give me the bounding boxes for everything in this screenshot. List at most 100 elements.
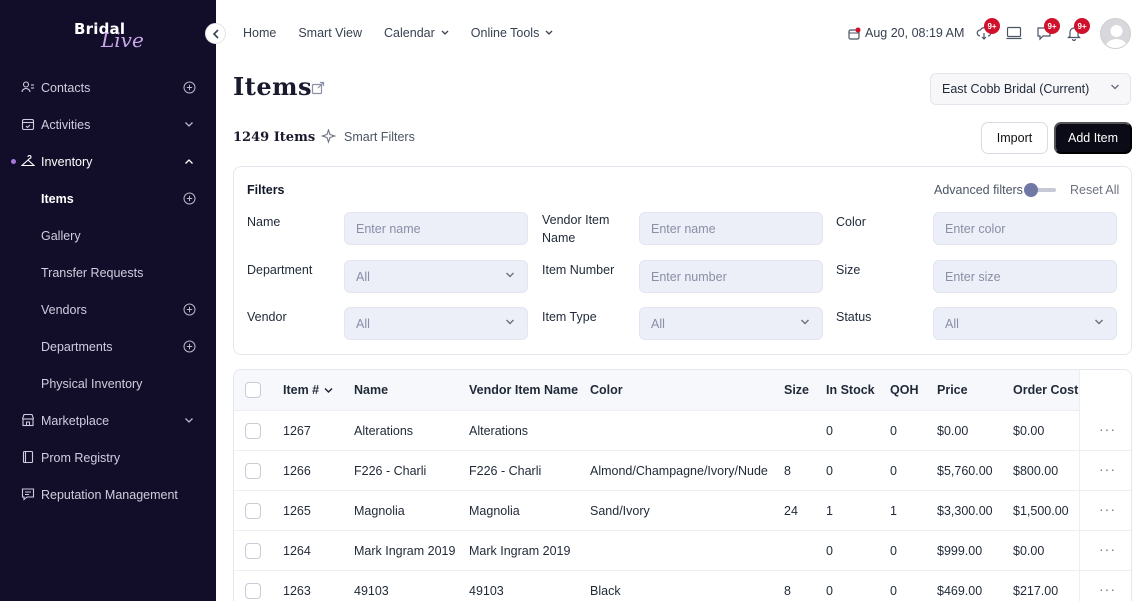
column-name[interactable]: Name — [354, 383, 388, 397]
sidebar-item-inventory[interactable]: Inventory — [0, 143, 216, 180]
clock-display[interactable]: Aug 20, 08:19 AM — [848, 26, 964, 40]
cell-item-no: 1266 — [283, 464, 311, 478]
plus-circle-icon[interactable] — [182, 80, 196, 94]
column-qoh[interactable]: QOH — [890, 383, 918, 397]
nav-online-tools-label: Online Tools — [470, 26, 540, 40]
screen-button[interactable] — [1006, 25, 1022, 41]
chevron-down-icon[interactable] — [182, 117, 196, 131]
cell-name: 49103 — [354, 584, 389, 598]
store-select[interactable]: East Cobb Bridal (Current) — [930, 73, 1131, 105]
column-size[interactable]: Size — [784, 383, 809, 397]
vendor-item-name-filter-input[interactable]: Enter name — [639, 212, 823, 245]
sidebar-item-transfer-requests[interactable]: Transfer Requests — [0, 254, 216, 291]
smart-filters-button[interactable]: Smart Filters — [321, 129, 415, 144]
sidebar-item-departments[interactable]: Departments — [0, 328, 216, 365]
sidebar-item-label: Inventory — [41, 154, 93, 169]
cell-color: Sand/Ivory — [590, 504, 650, 518]
datetime-text: Aug 20, 08:19 AM — [865, 26, 965, 40]
more-actions-icon[interactable]: ··· — [1099, 541, 1116, 557]
column-vendor-item-name[interactable]: Vendor Item Name — [469, 383, 578, 397]
brand-logo[interactable]: Bridal Live — [70, 18, 160, 58]
items-count: 1249 Items — [233, 130, 316, 145]
department-filter-label: Department — [247, 263, 313, 277]
column-color[interactable]: Color — [590, 383, 623, 397]
table-row[interactable]: 1265 Magnolia Magnolia Sand/Ivory 24 1 1 $3,300… — [234, 491, 1131, 531]
user-avatar[interactable] — [1100, 18, 1131, 49]
row-checkbox[interactable] — [245, 583, 261, 599]
color-filter-input[interactable]: Enter color — [933, 212, 1117, 245]
cell-color: Almond/Champagne/Ivory/Nude — [590, 464, 768, 478]
row-checkbox[interactable] — [245, 463, 261, 479]
table-row[interactable]: 1267 Alterations Alterations 0 0 $0.00 $0.00 ··… — [234, 411, 1131, 451]
page-title: Items — [233, 72, 312, 101]
column-item-no[interactable]: Item # — [283, 383, 333, 397]
column-order-cost[interactable]: Order Cost — [1013, 383, 1078, 397]
sidebar-item-gallery[interactable]: Gallery — [0, 217, 216, 254]
select-all-checkbox[interactable] — [245, 382, 261, 398]
downloads-button[interactable]: 9+ — [976, 18, 1000, 41]
nav-smart-view[interactable]: Smart View — [298, 26, 362, 40]
table-row[interactable]: 1264 Mark Ingram 2019 Mark Ingram 2019 0 0 $9… — [234, 531, 1131, 571]
more-actions-icon[interactable]: ··· — [1099, 461, 1116, 477]
cell-item-no: 1264 — [283, 544, 311, 558]
reset-all-link[interactable]: Reset All — [1070, 183, 1119, 197]
more-actions-icon[interactable]: ··· — [1099, 581, 1116, 597]
sidebar-item-physical-inventory[interactable]: Physical Inventory — [0, 365, 216, 402]
plus-circle-icon[interactable] — [182, 302, 196, 316]
sidebar-item-activities[interactable]: Activities — [0, 106, 216, 143]
main-content: Items East Cobb Bridal (Current) 1249 It… — [216, 66, 1147, 601]
row-checkbox[interactable] — [245, 503, 261, 519]
advanced-filters-toggle[interactable] — [1024, 183, 1058, 197]
table-row[interactable]: 1266 F226 - Charli F226 - Charli Almond/Cha… — [234, 451, 1131, 491]
more-actions-icon[interactable]: ··· — [1099, 501, 1116, 517]
external-link-icon[interactable] — [311, 81, 325, 95]
sidebar-item-vendors[interactable]: Vendors — [0, 291, 216, 328]
import-button[interactable]: Import — [981, 122, 1048, 154]
vendor-filter-select[interactable]: All — [344, 307, 528, 340]
size-filter-input[interactable]: Enter size — [933, 260, 1117, 293]
row-checkbox[interactable] — [245, 543, 261, 559]
sidebar-nav: Contacts Activities Inventory Items Gallery T… — [0, 69, 216, 513]
sidebar-item-label: Physical Inventory — [41, 376, 143, 391]
more-actions-icon[interactable]: ··· — [1099, 421, 1116, 437]
cell-name: Mark Ingram 2019 — [354, 544, 456, 558]
filters-title: Filters — [247, 183, 285, 197]
items-table: Item # Name Vendor Item Name Color Size … — [233, 369, 1132, 601]
plus-circle-icon[interactable] — [182, 339, 196, 353]
sidebar-item-label: Reputation Management — [41, 487, 178, 502]
review-icon — [21, 487, 35, 501]
sidebar-item-items[interactable]: Items — [0, 180, 216, 217]
collapse-sidebar-button[interactable] — [205, 23, 226, 44]
column-in-stock[interactable]: In Stock — [826, 383, 875, 397]
column-price[interactable]: Price — [937, 383, 968, 397]
sidebar-item-contacts[interactable]: Contacts — [0, 69, 216, 106]
cell-vendor-item-name: F226 - Charli — [469, 464, 542, 478]
cell-item-no: 1265 — [283, 504, 311, 518]
sparkle-filter-icon — [321, 129, 336, 144]
cell-item-no: 1267 — [283, 424, 311, 438]
row-checkbox[interactable] — [245, 423, 261, 439]
table-row[interactable]: 1263 49103 49103 Black 8 0 0 $469.00 $217.00 ··· — [234, 571, 1131, 601]
column-item-no-label: Item # — [283, 383, 320, 397]
chevron-down-icon[interactable] — [182, 413, 196, 427]
chevron-up-icon[interactable] — [182, 154, 196, 168]
messages-button[interactable]: 9+ — [1036, 18, 1060, 41]
sidebar-item-marketplace[interactable]: Marketplace — [0, 402, 216, 439]
department-filter-value: All — [356, 269, 370, 284]
plus-circle-icon[interactable] — [182, 191, 196, 205]
item-type-filter-select[interactable]: All — [639, 307, 823, 340]
nav-home[interactable]: Home — [243, 26, 276, 40]
sidebar-item-prom-registry[interactable]: Prom Registry — [0, 439, 216, 476]
name-filter-input[interactable]: Enter name — [344, 212, 528, 245]
table-header: Item # Name Vendor Item Name Color Size … — [234, 370, 1131, 411]
cell-name: F226 - Charli — [354, 464, 427, 478]
department-filter-select[interactable]: All — [344, 260, 528, 293]
add-item-button[interactable]: Add Item — [1054, 122, 1132, 154]
item-number-filter-input[interactable]: Enter number — [639, 260, 823, 293]
sidebar-item-reputation-management[interactable]: Reputation Management — [0, 476, 216, 513]
cell-vendor-item-name: Magnolia — [469, 504, 520, 518]
notifications-button[interactable]: 9+ — [1066, 18, 1090, 41]
nav-calendar[interactable]: Calendar — [384, 26, 449, 40]
nav-online-tools[interactable]: Online Tools — [471, 26, 554, 40]
status-filter-select[interactable]: All — [933, 307, 1117, 340]
